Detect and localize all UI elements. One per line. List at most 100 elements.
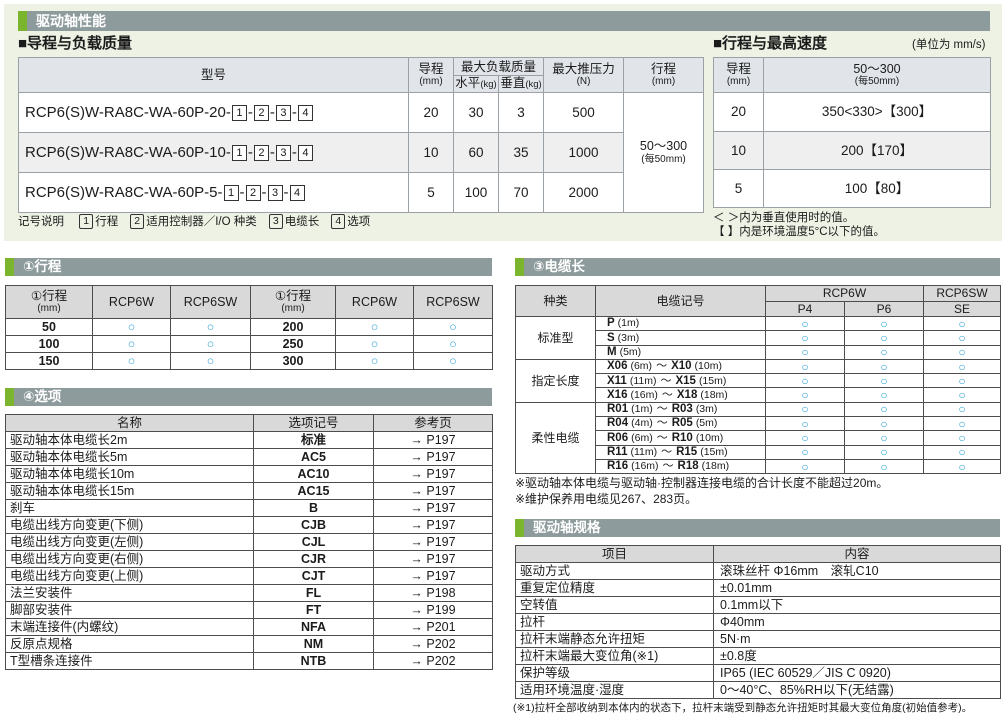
table-row: 拉杆末端静态允许扭矩 5N·m (515, 630, 1001, 648)
availability-mark: ○ (923, 330, 1001, 346)
vertical-load-cell: 3 (497, 92, 545, 133)
cable-length: (16m) (631, 460, 659, 473)
cable-length: (11m) (630, 446, 658, 459)
stroke-value: 150 (5, 352, 93, 370)
availability-mark: ○ (765, 458, 845, 475)
header-content: 内容 (713, 545, 1001, 563)
availability-mark: ○ (844, 373, 924, 389)
spec-item: 保护等级 (515, 664, 714, 682)
availability-mark: ○ (335, 335, 414, 353)
header-rcp6sw: RCP6SW (413, 285, 493, 319)
horizontal-load-cell: 100 (453, 172, 499, 213)
legend-item-label: 电缆长 (284, 216, 320, 228)
lead-cell: 5 (408, 172, 454, 213)
lead-load-heading: ■导程与负载质量 (18, 35, 133, 52)
table-row: 空转值 0.1mm以下 (515, 596, 1001, 614)
max-push-cell: 2000 (543, 172, 625, 213)
legend-number-box: 2 (130, 214, 145, 229)
cable-length: (5m) (619, 345, 642, 358)
cable-length: (16m) (630, 388, 658, 401)
availability-mark: ○ (413, 335, 493, 353)
lead-cell: 10 (713, 131, 764, 170)
option-code-box: 4 (289, 184, 305, 201)
stroke-table: ①行程 (mm) RCP6W RCP6SW ①行程 (mm) RCP6W RCP6S… (5, 285, 493, 370)
option-code-box: 1 (223, 184, 239, 201)
option-code: FL (253, 584, 374, 602)
availability-mark: ○ (923, 401, 1001, 418)
vertical-load-cell: 70 (497, 172, 545, 213)
cable-code: S (607, 331, 615, 344)
table-row: 拉杆 Φ40mm (515, 613, 1001, 631)
cable-code: M (607, 345, 617, 358)
speed-header-stroke: 50～300 (每50mm) (763, 57, 991, 93)
option-name: 驱动轴本体电缆长15m (5, 482, 254, 500)
header-lead: 导程 (mm) (408, 57, 454, 93)
horizontal-load-cell: 60 (453, 132, 499, 173)
header-option-code: 选项记号 (253, 414, 374, 432)
option-code-box: 2 (245, 184, 261, 201)
code-separator: - (269, 103, 275, 121)
availability-mark: ○ (844, 401, 924, 418)
cable-length: (6m) (631, 431, 653, 444)
code-separator: - (261, 183, 267, 201)
option-name: T型槽条连接件 (5, 652, 254, 670)
option-name: 电缆出线方向变更(上侧) (5, 567, 254, 585)
cable-table: 种类 电缆记号 RCP6W RCP6SW P4 P6 SE 标准型 P (1m) ○ ○… (515, 285, 1001, 475)
header-horizontal: 水平(kg) (453, 75, 499, 93)
table-row: T型槽条连接件 NTB → P202 (5, 652, 493, 670)
availability-mark: ○ (335, 352, 414, 370)
option-code: CJT (253, 567, 374, 585)
option-name: 末端连接件(内螺纹) (5, 618, 254, 636)
option-code: CJL (253, 533, 374, 551)
spec-content: ±0.8度 (713, 647, 1001, 665)
cable-code: R10 (671, 431, 693, 444)
table-row: 标准型 P (1m) ○ ○ ○ (515, 315, 1001, 360)
speed-header-lead-label: 导程 (725, 62, 751, 76)
table-row: 法兰安装件 FL → P198 (5, 584, 493, 602)
range-separator: ～ (660, 374, 672, 387)
cable-code-cell: R04 (4m) ～ R05 (5m) (595, 416, 766, 432)
max-push-cell: 500 (543, 92, 625, 133)
section-title: 驱动轴规格 (533, 520, 601, 535)
availability-mark: ○ (844, 315, 924, 332)
option-name: 法兰安装件 (5, 584, 254, 602)
availability-mark: ○ (765, 387, 845, 403)
cable-code: X10 (671, 360, 692, 373)
cable-code-cell: R06 (6m) ～ R10 (10m) (595, 430, 766, 446)
availability-mark: ○ (844, 416, 924, 432)
availability-mark: ○ (92, 335, 171, 353)
availability-mark: ○ (844, 444, 924, 460)
spec-content: IP65 (IEC 60529／JIS C 0920) (713, 664, 1001, 682)
option-code-box: 2 (253, 104, 269, 121)
cable-length: (1m) (631, 403, 653, 416)
header-rcp6w: RCP6W (92, 285, 171, 319)
section-bar-specs: 驱动轴规格 (515, 519, 1000, 537)
availability-mark: ○ (844, 344, 924, 360)
low-temp-value-note: 【 】内是环境温度5°C以下的值。 (713, 226, 885, 238)
header-lead-unit: (mm) (419, 76, 443, 87)
model-prefix: RCP6(S)W-RA8C-WA-60P-10- (25, 143, 231, 161)
model-prefix: RCP6(S)W-RA8C-WA-60P-5- (25, 183, 223, 201)
option-code-box: 3 (267, 184, 283, 201)
availability-mark: ○ (844, 458, 924, 475)
availability-mark: ○ (170, 352, 251, 370)
spec-content: 5N·m (713, 630, 1001, 648)
max-speed-cell: 200【170】 (763, 131, 991, 170)
reference-page: → P197 (373, 533, 493, 551)
spec-item: 拉杆末端静态允许扭矩 (515, 630, 714, 648)
reference-page: → P197 (373, 482, 493, 500)
header-max-push: 最大推压力 (N) (543, 57, 625, 93)
vertical-value-note: ＜ ＞内为垂直使用时的值。 (713, 212, 855, 224)
option-code: B (253, 499, 374, 517)
section-tab-marker (5, 388, 14, 406)
cable-type-cell: 指定长度 (515, 358, 596, 403)
cable-code: X18 (676, 388, 698, 401)
code-separator: - (283, 183, 289, 201)
cable-length: (1m) (617, 317, 640, 330)
cable-code: R05 (671, 417, 693, 430)
max-speed-cell: 100【80】 (763, 169, 991, 208)
code-separator: - (247, 103, 253, 121)
cable-type-cell: 标准型 (515, 316, 596, 360)
cable-code-cell: X11 (11m) ～ X15 (15m) (595, 373, 766, 389)
cable-code: X15 (675, 374, 696, 387)
